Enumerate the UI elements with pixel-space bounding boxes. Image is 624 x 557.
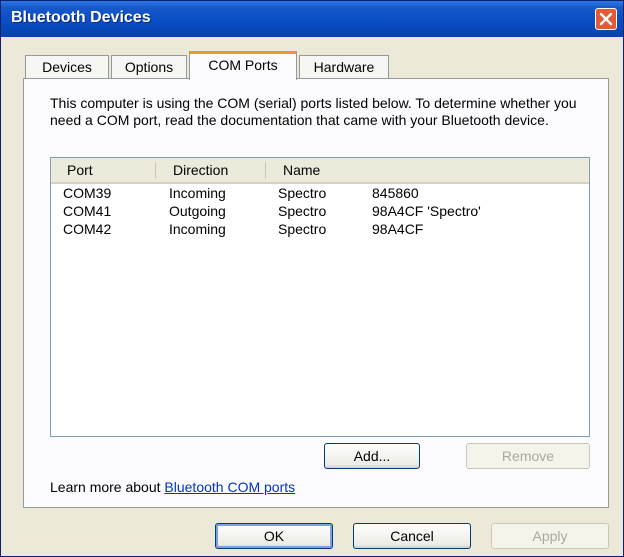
tab-devices[interactable]: Devices: [25, 55, 109, 79]
device-id-cell: 845860: [372, 185, 419, 201]
list-item[interactable]: COM42 Incoming Spectro 98A4CF: [51, 220, 589, 238]
device-id-cell: 98A4CF 'Spectro': [372, 203, 481, 219]
learn-more-prefix: Learn more about: [50, 479, 165, 495]
cancel-button[interactable]: Cancel: [353, 523, 471, 549]
add-button[interactable]: Add...: [324, 443, 420, 469]
port-cell: COM42: [63, 221, 112, 237]
list-item[interactable]: COM39 Incoming Spectro 845860: [51, 184, 589, 202]
column-separator[interactable]: [265, 162, 266, 178]
name-cell: Spectro: [278, 203, 327, 219]
title-bar[interactable]: Bluetooth Devices: [1, 1, 623, 37]
tab-com-ports[interactable]: COM Ports: [189, 51, 297, 80]
column-header-name[interactable]: Name: [267, 158, 589, 182]
name-cell: Spectro: [278, 221, 327, 237]
tab-options[interactable]: Options: [111, 55, 187, 79]
column-header-direction[interactable]: Direction: [157, 158, 263, 182]
apply-button[interactable]: Apply: [491, 523, 609, 549]
direction-cell: Incoming: [169, 185, 226, 201]
tab-hardware[interactable]: Hardware: [299, 55, 389, 79]
name-cell: Spectro: [278, 185, 327, 201]
window-title: Bluetooth Devices: [11, 9, 151, 26]
direction-cell: Outgoing: [169, 203, 226, 219]
column-header-port[interactable]: Port: [51, 158, 155, 182]
device-id-cell: 98A4CF: [372, 221, 424, 237]
ok-button[interactable]: OK: [215, 523, 333, 549]
remove-button[interactable]: Remove: [466, 443, 590, 469]
direction-cell: Incoming: [169, 221, 226, 237]
port-cell: COM39: [63, 185, 112, 201]
column-separator[interactable]: [155, 162, 156, 178]
list-header: Port Direction Name: [51, 158, 589, 184]
list-rows: COM39 Incoming Spectro 845860 COM41 Outg…: [51, 184, 589, 238]
com-ports-list[interactable]: Port Direction Name COM39 Incoming Spect…: [50, 157, 590, 437]
list-item[interactable]: COM41 Outgoing Spectro 98A4CF 'Spectro': [51, 202, 589, 220]
bluetooth-devices-dialog: Bluetooth Devices Devices Options COM Po…: [0, 0, 624, 557]
learn-more-text: Learn more about Bluetooth COM ports: [50, 479, 295, 495]
port-cell: COM41: [63, 203, 112, 219]
close-button[interactable]: [595, 8, 617, 30]
bluetooth-com-ports-link[interactable]: Bluetooth COM ports: [164, 479, 295, 495]
description-text: This computer is using the COM (serial) …: [50, 95, 577, 128]
com-ports-panel: This computer is using the COM (serial) …: [23, 78, 609, 508]
